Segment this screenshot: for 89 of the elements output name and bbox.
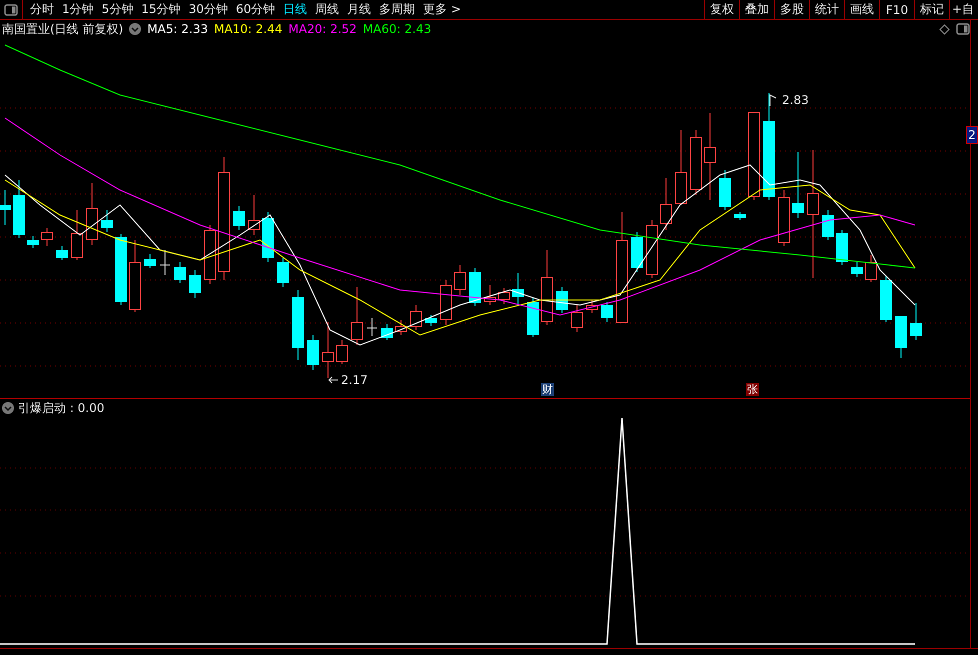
- toolbar-button[interactable]: 统计: [809, 0, 844, 19]
- period-tab[interactable]: 1分钟: [58, 0, 98, 19]
- candlestick: [822, 210, 834, 240]
- diamond-icon: [939, 24, 950, 34]
- low-price-label: 2.17: [341, 373, 368, 387]
- candlestick: [144, 254, 156, 268]
- period-tab[interactable]: 15分钟: [137, 0, 185, 19]
- panel-toggle-icon[interactable]: [4, 4, 18, 16]
- candlestick: [381, 324, 393, 340]
- candlestick: [527, 298, 539, 338]
- candlestick: [86, 182, 98, 246]
- candlestick: [160, 250, 170, 276]
- candlestick: [115, 234, 127, 306]
- candlestick: [660, 178, 672, 230]
- moving-average-value: MA5: 2.33: [147, 22, 208, 36]
- toolbar-button[interactable]: 多股: [774, 0, 809, 19]
- event-badge[interactable]: 财: [541, 383, 554, 396]
- candlestick: [322, 322, 334, 378]
- candlestick: [895, 316, 907, 358]
- candlestick: [586, 300, 598, 314]
- moving-average-value: MA60: 2.43: [362, 22, 432, 36]
- period-tab[interactable]: 5分钟: [98, 0, 138, 19]
- toolbar-button[interactable]: F10: [879, 0, 914, 19]
- candlestick: [646, 220, 658, 278]
- candlestick: [512, 272, 524, 306]
- moving-average-value: MA10: 2.44: [214, 22, 282, 36]
- candlestick: [851, 262, 863, 278]
- axis-price-badge: 2: [966, 126, 978, 144]
- toolbar-button[interactable]: 画线: [844, 0, 879, 19]
- candlestick: [56, 246, 68, 260]
- high-price-label: 2.83: [782, 93, 809, 107]
- candlestick: [454, 264, 466, 296]
- period-tab[interactable]: 月线: [343, 0, 376, 19]
- candlestick: [865, 254, 877, 282]
- candlestick: [189, 270, 201, 298]
- period-tab[interactable]: 日线: [279, 0, 312, 19]
- stock-title: 南国置业(日线 前复权): [2, 20, 124, 38]
- candlestick: [13, 180, 25, 238]
- candlestick: [410, 304, 422, 330]
- candlestick: [571, 304, 583, 332]
- candlestick: [204, 224, 216, 284]
- candlestick: [351, 286, 363, 346]
- candlestick: [631, 232, 643, 272]
- period-tab[interactable]: 多周期: [375, 0, 420, 19]
- arrow-icon: [328, 376, 338, 384]
- candlestick: [174, 262, 186, 284]
- candlestick: [101, 210, 113, 232]
- candlestick: [233, 206, 245, 230]
- candlestick: [307, 334, 319, 370]
- candlestick: [792, 152, 804, 218]
- candlestick: [719, 170, 731, 210]
- candlestick: [27, 236, 39, 248]
- toolbar-button[interactable]: 叠加: [739, 0, 774, 19]
- candlestick: [498, 288, 510, 304]
- candlestick: [690, 130, 702, 196]
- candlestick: [880, 276, 892, 322]
- toolbar-button[interactable]: 标记: [914, 0, 949, 19]
- moving-average-value: MA20: 2.52: [288, 22, 357, 36]
- candlestick: [366, 318, 378, 336]
- candlestick: [71, 210, 83, 260]
- candlestick: [292, 290, 304, 360]
- dropdown-icon[interactable]: [129, 23, 142, 35]
- candlestick: [395, 320, 407, 336]
- period-tab[interactable]: 60分钟: [232, 0, 280, 19]
- candlestick: [556, 286, 568, 314]
- candlestick: [425, 314, 437, 326]
- candlestick: [262, 212, 274, 262]
- toolbar-button[interactable]: +自: [949, 0, 978, 19]
- candlestick: [277, 258, 289, 288]
- period-tab[interactable]: 30分钟: [184, 0, 232, 19]
- candlestick: [910, 302, 922, 340]
- candlestick: [440, 280, 452, 326]
- candlestick: [778, 190, 790, 246]
- period-tab[interactable]: 分时: [26, 0, 58, 19]
- panel-toggle-icon[interactable]: [956, 23, 970, 35]
- candlestick: [836, 230, 848, 266]
- toolbar-button[interactable]: 复权: [704, 0, 739, 19]
- candlestick: [336, 340, 348, 364]
- candlestick: [484, 284, 496, 306]
- dropdown-icon[interactable]: [2, 402, 14, 414]
- candlestick: [248, 194, 260, 236]
- more-button[interactable]: 更多 >: [419, 0, 465, 19]
- candlestick: [469, 268, 481, 306]
- period-tab[interactable]: 周线: [311, 0, 344, 19]
- candlestick: [601, 302, 613, 322]
- event-badge[interactable]: 张: [746, 383, 759, 396]
- indicator-title: 引爆启动 : 0.00: [18, 400, 104, 416]
- candlestick: [41, 228, 53, 246]
- candlestick: [0, 190, 11, 226]
